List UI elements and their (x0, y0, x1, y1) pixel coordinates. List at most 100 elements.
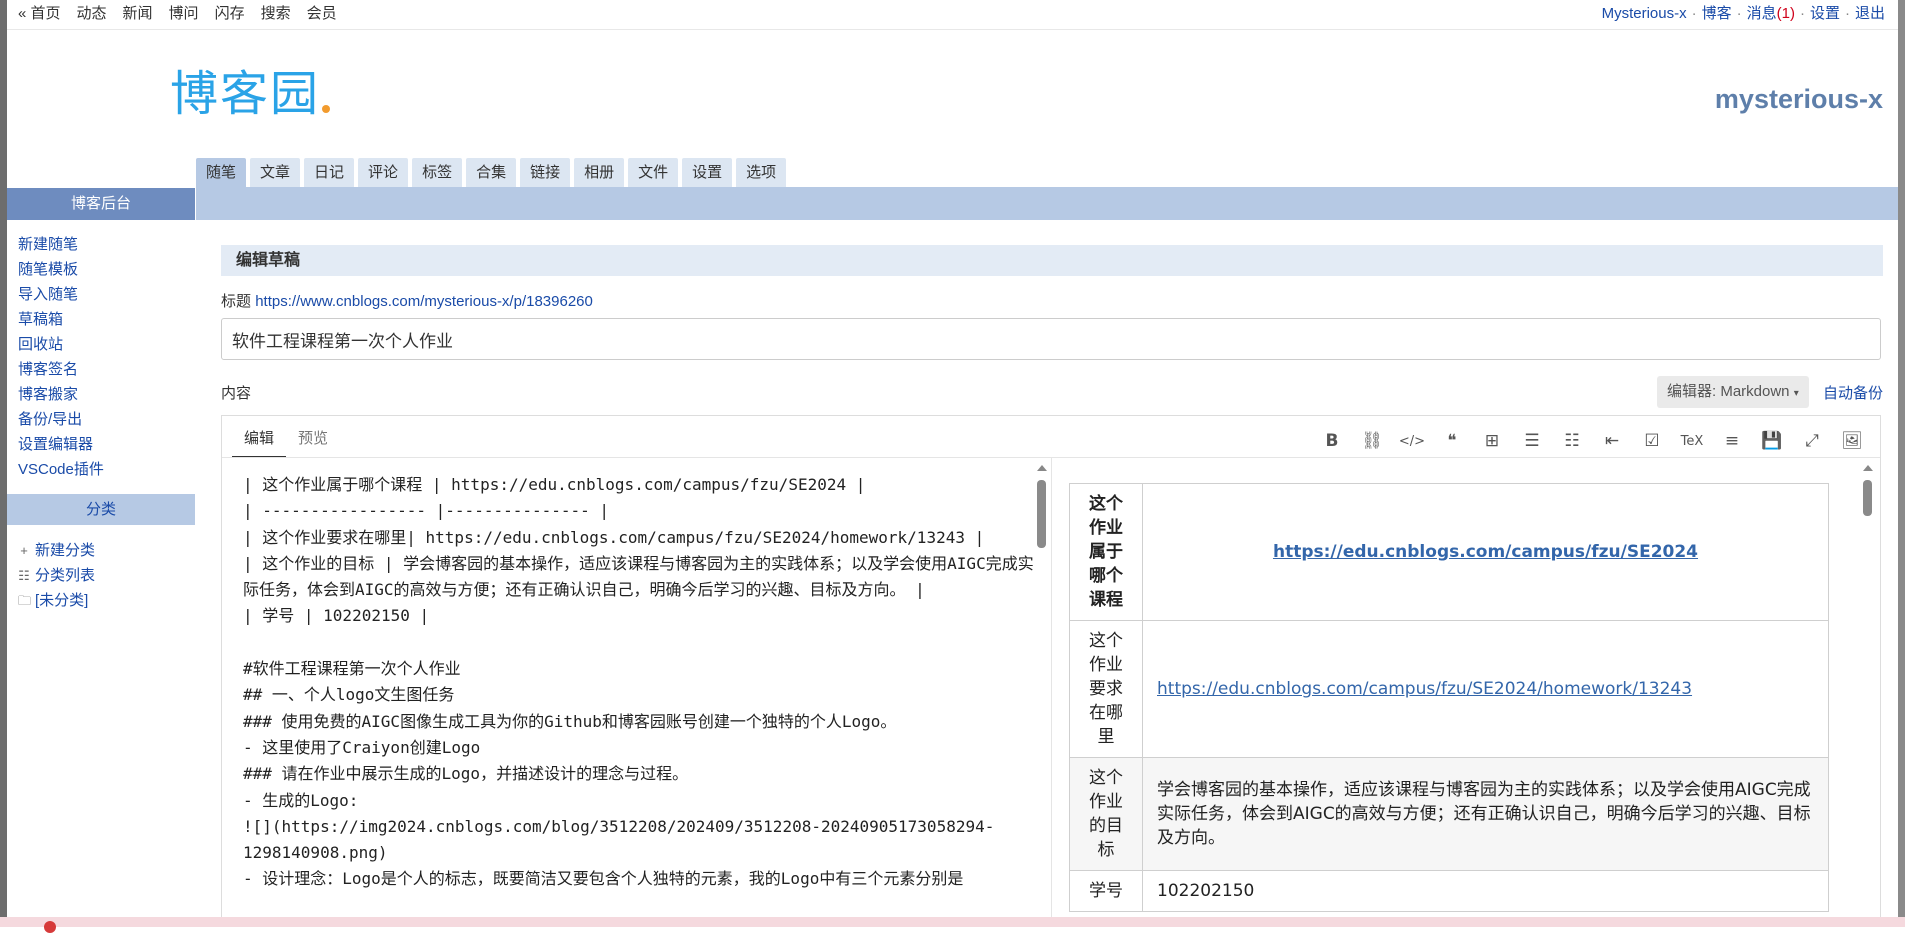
top-nav: « 首页 动态 新闻 博问 闪存 搜索 会员 (18, 4, 353, 24)
sidebar-item-drafts[interactable]: 草稿箱 (18, 307, 104, 332)
topnav-vip[interactable]: 会员 (307, 4, 337, 24)
uncategorized-label: [未分类] (35, 592, 89, 609)
blog-link[interactable]: 博客 (1702, 4, 1732, 24)
quote-icon[interactable]: ❝ (1432, 426, 1472, 456)
scrollbar-thumb[interactable] (1863, 480, 1872, 516)
scroll-up-icon[interactable] (1863, 465, 1873, 471)
checkbox-icon[interactable]: ☑ (1632, 426, 1672, 456)
uncategorized-link[interactable]: 🗀 [未分类] (18, 588, 95, 613)
sidebar-item-new-post[interactable]: 新建随笔 (18, 232, 104, 257)
tab-options[interactable]: 选项 (736, 158, 787, 187)
logo-dot (322, 105, 331, 113)
tab-posts[interactable]: 随笔 (196, 158, 247, 187)
topnav-home[interactable]: « 首页 (18, 4, 61, 24)
table-row: 这个作业的目标 学会博客园的基本操作，适应该课程与博客园为主的实践体系；以及学会… (1069, 757, 1829, 871)
editor-toolbar: B ⛓ </> ❝ ⊞ ☰ ☷ ⇤ ☑ TeX ≡ 💾 ⤢ 🖼 (1312, 426, 1872, 456)
scroll-up-icon[interactable] (1037, 465, 1047, 471)
preview-scrollbar[interactable] (1860, 458, 1874, 924)
auto-backup-link[interactable]: 自动备份 (1823, 382, 1883, 403)
link-icon[interactable]: ⛓ (1352, 426, 1392, 456)
topnav-news[interactable]: 新闻 (123, 4, 153, 24)
logout-link[interactable]: 退出 (1855, 4, 1885, 24)
code-icon[interactable]: </> (1392, 426, 1432, 456)
user-link[interactable]: Mysterious-x (1602, 4, 1687, 24)
image-icon[interactable]: 🖼 (1832, 426, 1872, 456)
sidebar-item-recycle-bin[interactable]: 回收站 (18, 332, 104, 357)
tab-edit[interactable]: 编辑 (232, 430, 287, 458)
source-line (243, 630, 1048, 656)
sidebar-item-import[interactable]: 导入随笔 (18, 282, 104, 307)
source-line: ### 请在作业中展示生成的Logo，并描述设计的理念与过程。 (243, 764, 689, 784)
numbered-list-icon[interactable]: ☷ (1552, 426, 1592, 456)
new-category-link[interactable]: + 新建分类 (18, 538, 95, 563)
sidebar-item-editor-settings[interactable]: 设置编辑器 (18, 432, 104, 457)
tab-files[interactable]: 文件 (628, 158, 679, 187)
editor-tabs: 编辑 预览 (232, 430, 340, 458)
preview-table: 这个作业属于哪个课程 https://edu.cnblogs.com/campu… (1069, 483, 1829, 912)
source-line: | 这个作业属于哪个课程 | https://edu.cnblogs.com/c… (243, 475, 866, 494)
bullet-list-icon[interactable]: ☰ (1512, 426, 1552, 456)
category-list-link[interactable]: ☷ 分类列表 (18, 563, 95, 588)
source-line: - 设计理念：Logo是个人的标志，既要简洁又要包含个人独特的元素，我的Logo… (243, 869, 964, 889)
content-label: 内容 (221, 385, 252, 402)
homework-link[interactable]: https://edu.cnblogs.com/campus/fzu/SE202… (1157, 679, 1692, 699)
save-icon[interactable]: 💾 (1752, 426, 1792, 456)
sidebar-item-backup-export[interactable]: 备份/导出 (18, 407, 104, 432)
top-divider (7, 29, 1898, 30)
markdown-editor: 编辑 预览 B ⛓ </> ❝ ⊞ ☰ ☷ ⇤ ☑ TeX ≡ 💾 ⤢ 🖼 | 这个作业属于哪个课程 | … (221, 415, 1881, 925)
sidebar-item-post-templates[interactable]: 随笔模板 (18, 257, 104, 282)
table-row: 这个作业要求在哪里 https://edu.cnblogs.com/campus… (1069, 620, 1829, 758)
tab-articles[interactable]: 文章 (250, 158, 301, 187)
message-count-badge: (1) (1776, 5, 1795, 22)
bold-icon[interactable]: B (1312, 426, 1352, 456)
title-input[interactable] (221, 318, 1881, 360)
window-frame-left (0, 0, 7, 917)
source-line: ## 一、个人logo文生图任务 (243, 685, 455, 705)
cnblogs-logo[interactable]: 博客园 (170, 66, 331, 122)
markdown-textarea[interactable]: | 这个作业属于哪个课程 | https://edu.cnblogs.com/c… (243, 472, 1048, 893)
tab-comments[interactable]: 评论 (358, 158, 409, 187)
course-link[interactable]: https://edu.cnblogs.com/campus/fzu/SE202… (1273, 542, 1698, 562)
folder-icon: 🗀 (18, 593, 32, 608)
category-list-label: 分类列表 (35, 567, 96, 584)
preview-pane: 这个作业属于哪个课程 https://edu.cnblogs.com/campu… (1052, 458, 1880, 924)
blog-name[interactable]: mysterious-x (1715, 84, 1883, 115)
logo-text: 博客园 (170, 66, 321, 122)
tab-preview[interactable]: 预览 (286, 430, 340, 456)
table-cell-value: 102202150 (1142, 870, 1829, 912)
tab-albums[interactable]: 相册 (574, 158, 625, 187)
table-row: 这个作业属于哪个课程 https://edu.cnblogs.com/campu… (1069, 483, 1829, 621)
topnav-dynamics[interactable]: 动态 (77, 4, 107, 24)
outdent-icon[interactable]: ⇤ (1592, 426, 1632, 456)
tab-tags[interactable]: 标签 (412, 158, 463, 187)
markdown-source-pane[interactable]: | 这个作业属于哪个课程 | https://edu.cnblogs.com/c… (222, 458, 1052, 924)
source-line: ![](https://img2024.cnblogs.com/blog/351… (243, 816, 995, 863)
topnav-questions[interactable]: 博问 (169, 4, 199, 24)
editor-type-dropdown[interactable]: 编辑器: Markdown ▾ (1657, 376, 1809, 408)
fullscreen-icon[interactable]: ⤢ (1792, 426, 1832, 456)
sidebar-item-blog-migration[interactable]: 博客搬家 (18, 382, 104, 407)
messages-link[interactable]: 消息(1) (1747, 4, 1795, 24)
category-links: + 新建分类 ☷ 分类列表 🗀 [未分类] (18, 538, 95, 613)
source-line: - 生成的Logo: (243, 790, 359, 810)
tab-diary[interactable]: 日记 (304, 158, 355, 187)
title-line: 标题 https://www.cnblogs.com/mysterious-x/… (221, 290, 593, 311)
topnav-ing[interactable]: 闪存 (215, 4, 245, 24)
sidebar-item-vscode-plugin[interactable]: VSCode插件 (18, 457, 104, 482)
tab-links[interactable]: 链接 (520, 158, 571, 187)
plus-icon: + (20, 543, 28, 558)
table-icon[interactable]: ⊞ (1472, 426, 1512, 456)
settings-link[interactable]: 设置 (1810, 4, 1840, 24)
topnav-search[interactable]: 搜索 (261, 4, 291, 24)
sidebar-item-signature[interactable]: 博客签名 (18, 357, 104, 382)
tab-collections[interactable]: 合集 (466, 158, 517, 187)
source-scrollbar[interactable] (1034, 458, 1048, 924)
separator: · (1844, 5, 1850, 22)
tex-icon[interactable]: TeX (1672, 426, 1712, 456)
source-line: | ----------------- |--------------- | (243, 501, 610, 521)
post-permalink[interactable]: https://www.cnblogs.com/mysterious-x/p/1… (255, 293, 593, 310)
scrollbar-thumb[interactable] (1037, 480, 1046, 548)
align-icon[interactable]: ≡ (1712, 426, 1752, 456)
tab-settings[interactable]: 设置 (682, 158, 733, 187)
tab-band (196, 187, 1898, 220)
